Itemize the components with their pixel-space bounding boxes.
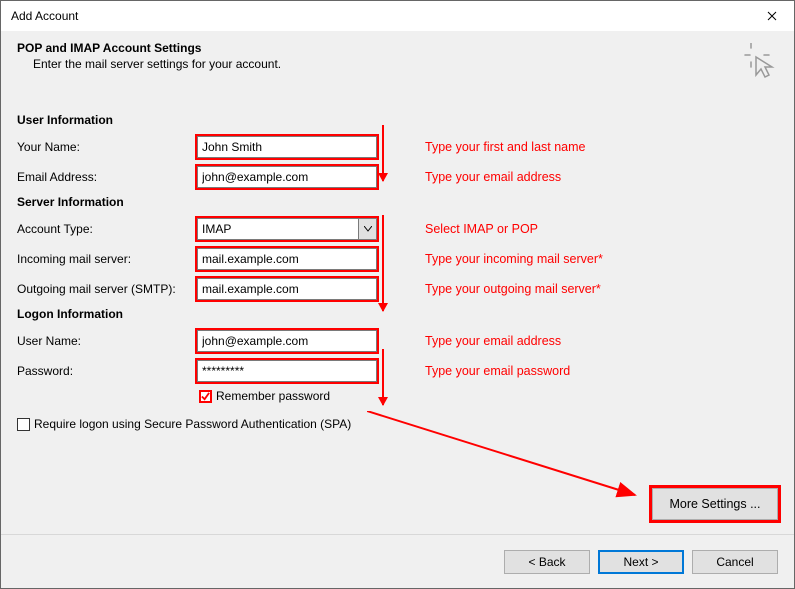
row-username: User Name: Type your email address	[17, 329, 778, 353]
hint-username: Type your email address	[425, 334, 561, 348]
outgoing-server-input[interactable]	[197, 278, 377, 300]
row-account-type: Account Type: IMAP Select IMAP or POP	[17, 217, 778, 241]
hint-incoming: Type your incoming mail server*	[425, 252, 603, 266]
hint-email: Type your email address	[425, 170, 561, 184]
section-logon-information: Logon Information	[17, 307, 778, 321]
email-input[interactable]	[197, 166, 377, 188]
row-your-name: Your Name: Type your first and last name	[17, 135, 778, 159]
header-subtitle: Enter the mail server settings for your …	[33, 57, 778, 71]
cursor-click-icon	[742, 43, 778, 82]
spa-label: Require logon using Secure Password Auth…	[34, 417, 351, 431]
hint-password: Type your email password	[425, 364, 570, 378]
close-icon	[767, 11, 777, 21]
back-button[interactable]: < Back	[504, 550, 590, 574]
annotation-arrow-2	[382, 215, 384, 311]
row-email: Email Address: Type your email address	[17, 165, 778, 189]
username-input[interactable]	[197, 330, 377, 352]
section-user-information: User Information	[17, 113, 778, 127]
dropdown-button[interactable]	[358, 219, 376, 239]
remember-password-checkbox[interactable]	[199, 390, 212, 403]
annotation-arrow-3	[382, 349, 384, 405]
hint-your-name: Type your first and last name	[425, 140, 586, 154]
chevron-down-icon	[364, 226, 372, 232]
label-email: Email Address:	[17, 170, 197, 184]
row-outgoing: Outgoing mail server (SMTP): Type your o…	[17, 277, 778, 301]
hint-account-type: Select IMAP or POP	[425, 222, 538, 236]
label-username: User Name:	[17, 334, 197, 348]
row-incoming: Incoming mail server: Type your incoming…	[17, 247, 778, 271]
annotation-arrow-1	[382, 125, 384, 181]
title-bar: Add Account	[1, 1, 794, 31]
your-name-input[interactable]	[197, 136, 377, 158]
label-incoming: Incoming mail server:	[17, 252, 197, 266]
hint-outgoing: Type your outgoing mail server*	[425, 282, 601, 296]
label-outgoing: Outgoing mail server (SMTP):	[17, 282, 197, 296]
incoming-server-input[interactable]	[197, 248, 377, 270]
password-input[interactable]	[197, 360, 377, 382]
close-button[interactable]	[749, 1, 794, 31]
dialog-header: POP and IMAP Account Settings Enter the …	[1, 31, 794, 95]
section-server-information: Server Information	[17, 195, 778, 209]
dialog-footer: < Back Next > Cancel	[1, 534, 794, 588]
row-remember-password: Remember password	[199, 389, 778, 403]
check-icon	[201, 392, 210, 401]
spa-checkbox[interactable]	[17, 418, 30, 431]
label-account-type: Account Type:	[17, 222, 197, 236]
dialog-body: User Information Your Name: Type your fi…	[1, 95, 794, 588]
cancel-button[interactable]: Cancel	[692, 550, 778, 574]
row-password: Password: Type your email password	[17, 359, 778, 383]
label-password: Password:	[17, 364, 197, 378]
account-type-value: IMAP	[202, 222, 231, 236]
remember-password-label: Remember password	[216, 389, 330, 403]
row-spa: Require logon using Secure Password Auth…	[17, 417, 778, 431]
next-button[interactable]: Next >	[598, 550, 684, 574]
window-title: Add Account	[11, 9, 78, 23]
header-title: POP and IMAP Account Settings	[17, 41, 778, 55]
label-your-name: Your Name:	[17, 140, 197, 154]
more-settings-button[interactable]: More Settings ...	[652, 488, 778, 520]
account-type-select[interactable]: IMAP	[197, 218, 377, 240]
